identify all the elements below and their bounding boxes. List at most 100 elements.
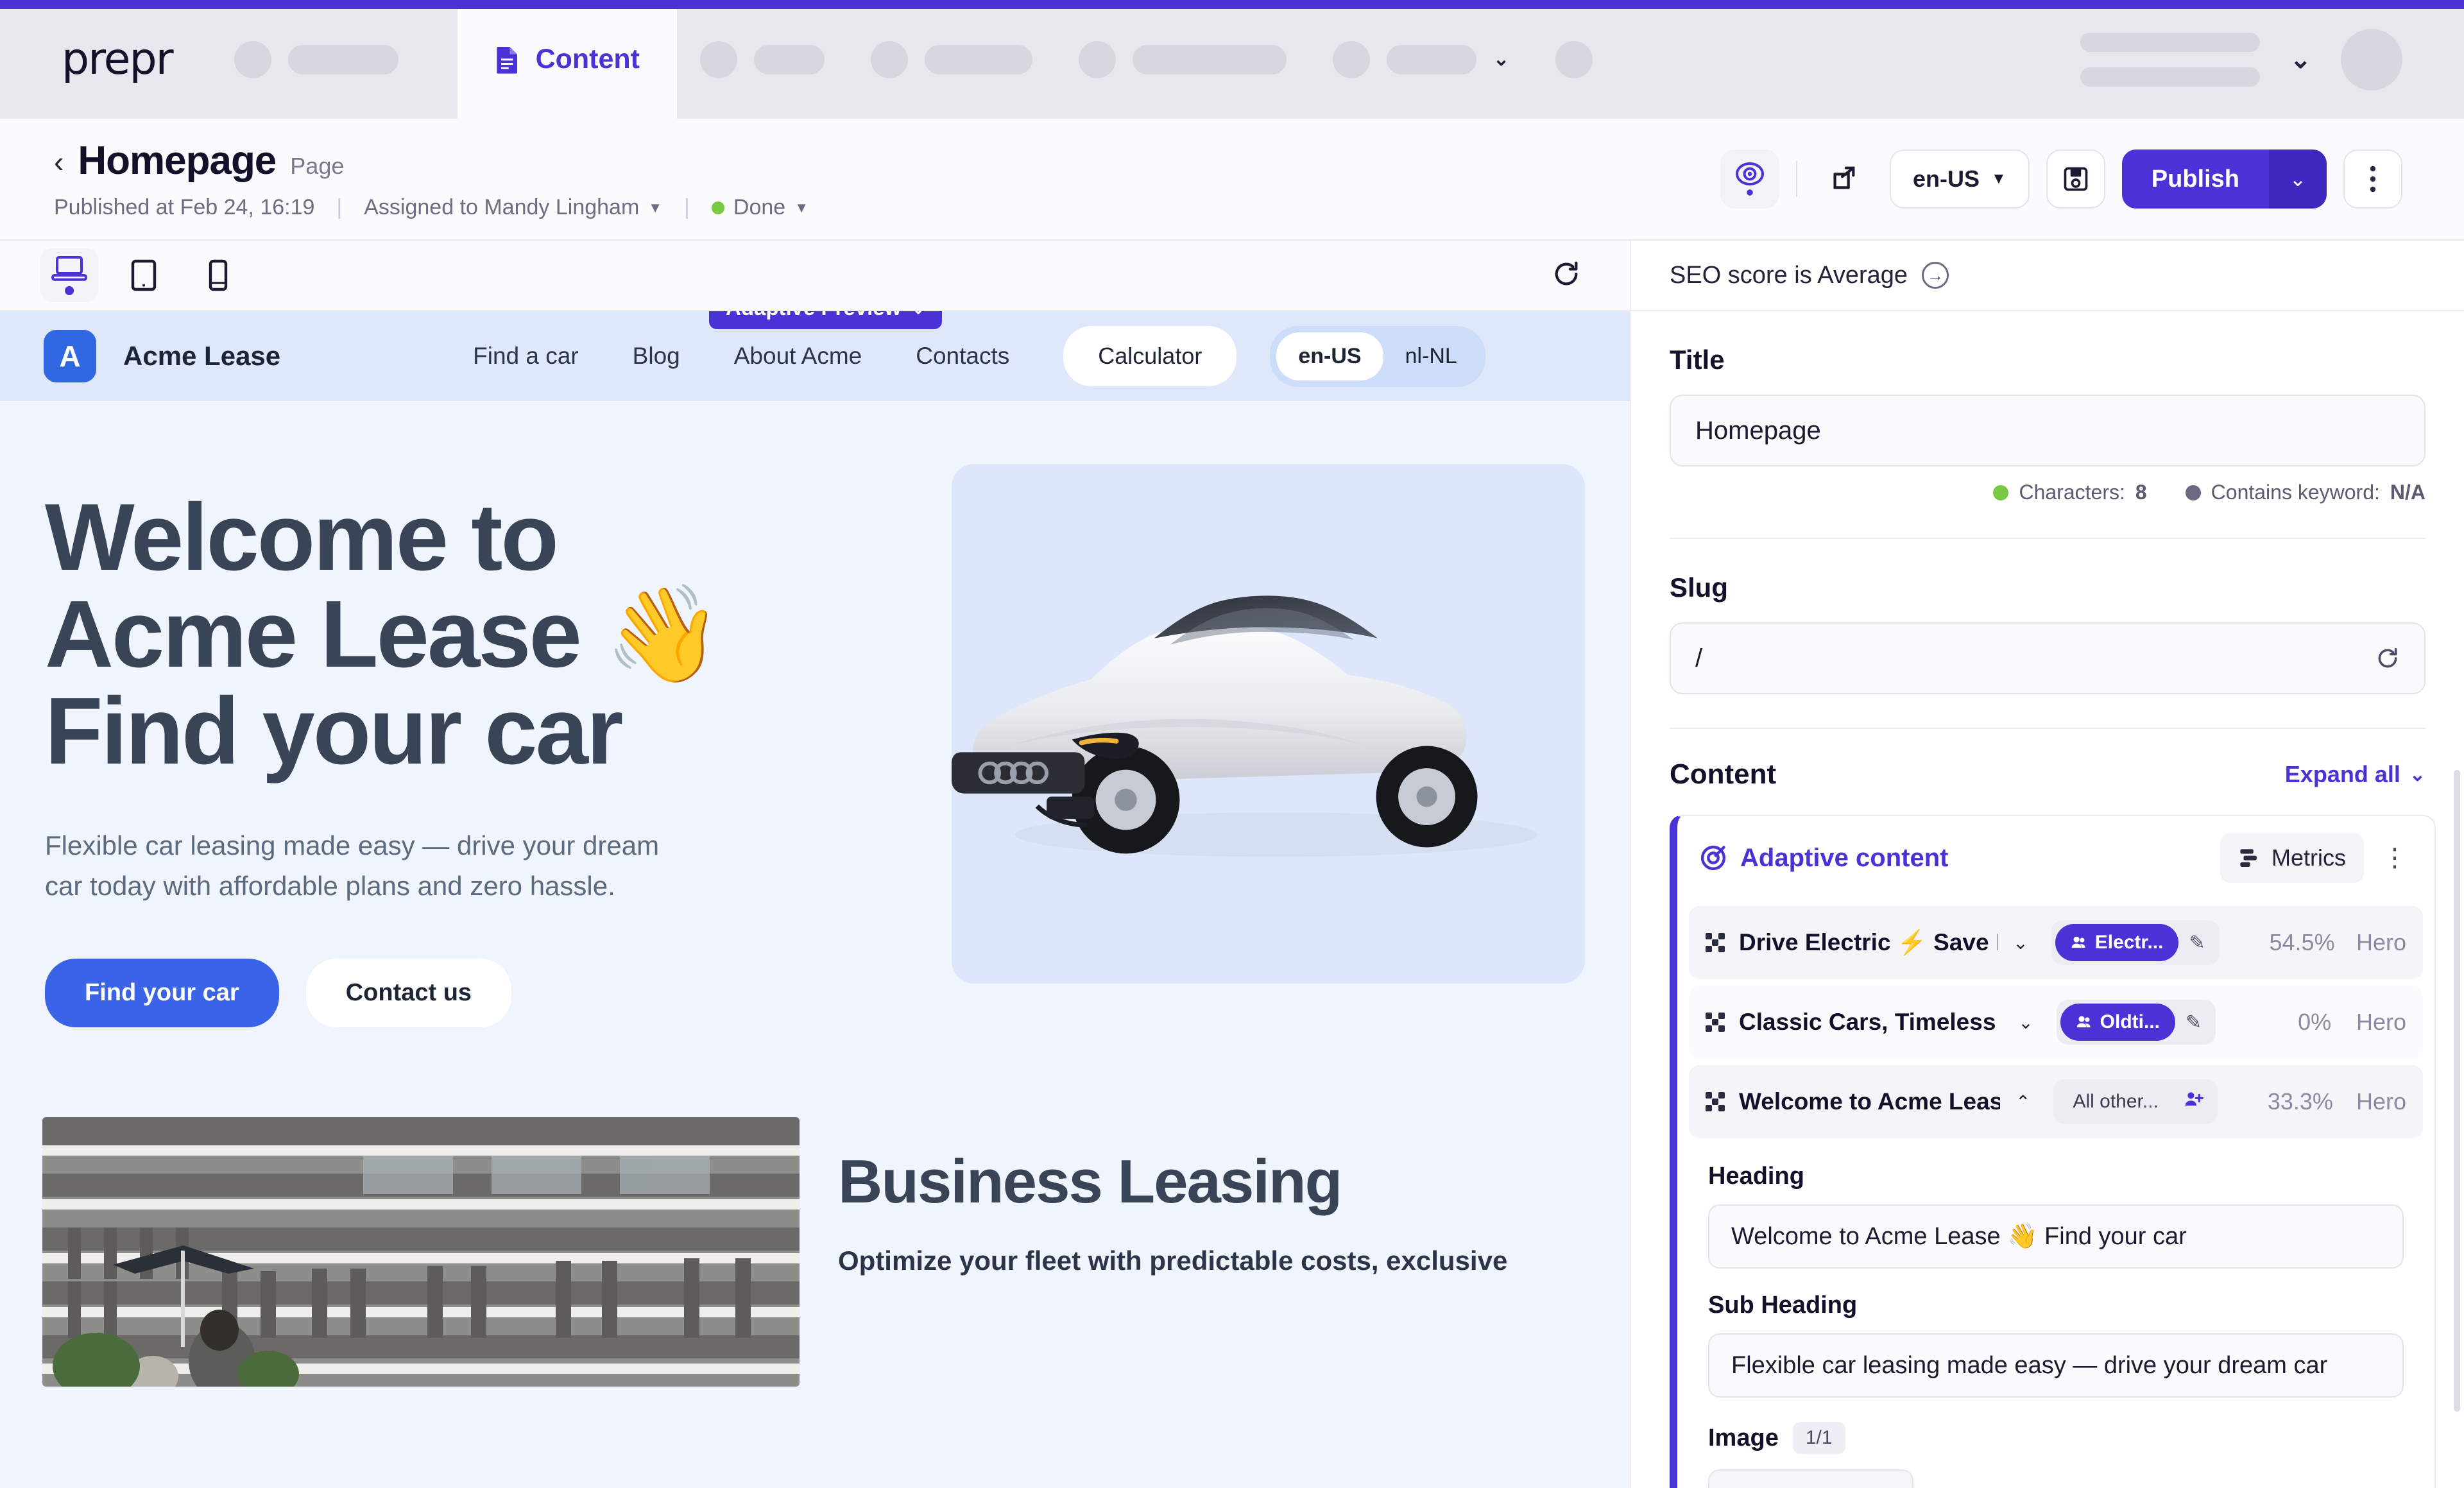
sidebar-scroll-area[interactable]: Title Homepage Characters: 8 Contains ke… [1631, 311, 2464, 1488]
variant-percent: 33.3% [2267, 1088, 2333, 1115]
skeleton-tab-3[interactable] [1056, 40, 1310, 78]
calculator-button[interactable]: Calculator [1063, 326, 1237, 386]
image-thumbnail[interactable] [1708, 1469, 1913, 1488]
drag-handle-icon[interactable] [1704, 932, 1726, 954]
expand-all-button[interactable]: Expand all ⌄ [2285, 761, 2426, 788]
tab-content[interactable]: Content [457, 0, 677, 119]
assignee-label: Assigned to Mandy Lingham [364, 195, 640, 219]
tab-content-label: Content [535, 44, 640, 74]
drag-handle-icon[interactable] [1704, 1091, 1726, 1113]
device-mobile-button[interactable] [189, 248, 248, 302]
mobile-icon [209, 259, 228, 291]
slug-input-value: / [1695, 644, 1703, 672]
preview-toolbar [0, 241, 1630, 311]
car-photo [951, 595, 1537, 857]
nav-link-about-acme[interactable]: About Acme [734, 343, 862, 370]
chevron-down-icon[interactable]: ⌄ [1493, 49, 1509, 69]
prepr-logo[interactable]: prepr [62, 34, 174, 85]
skeleton-tab-2[interactable] [848, 40, 1056, 78]
arrow-right-circle-icon[interactable]: → [1922, 262, 1949, 289]
preview-refresh-button[interactable] [1552, 259, 1581, 292]
variant-name: Classic Cars, Timeless Style. [1739, 1009, 2003, 1035]
eye-icon [1735, 162, 1764, 196]
nav-link-contacts[interactable]: Contacts [916, 343, 1009, 370]
segment-tag-label: All other... [2073, 1091, 2159, 1112]
title-input[interactable]: Homepage [1670, 395, 2426, 466]
skeleton-tab-0[interactable] [211, 40, 422, 78]
chevron-down-icon[interactable]: ⌄ [2013, 932, 2028, 954]
building-photo [42, 1116, 800, 1387]
segment-tag[interactable]: Oldti... [2060, 1004, 2175, 1041]
refresh-icon[interactable] [2375, 646, 2400, 671]
hero-secondary-cta[interactable]: Contact us [305, 958, 512, 1027]
publish-options-button[interactable]: ⌄ [2269, 150, 2327, 209]
device-desktop-button[interactable] [40, 248, 99, 302]
sidebar-scrollbar[interactable] [2454, 770, 2460, 1412]
pencil-icon[interactable]: ✎ [2178, 925, 2215, 961]
adaptive-content-tools: Metrics ⋮ [2220, 833, 2420, 883]
skeleton-account-lines [2080, 32, 2261, 87]
metrics-label: Metrics [2272, 844, 2346, 871]
adaptive-content-more-button[interactable]: ⋮ [2369, 842, 2420, 873]
skeleton-tab-1[interactable] [677, 40, 848, 78]
user-avatar[interactable] [2341, 28, 2402, 90]
variant-row[interactable]: Classic Cars, Timeless Style. ⌄ Oldti... [1689, 986, 2423, 1059]
nav-link-find-a-car[interactable]: Find a car [473, 343, 579, 370]
hero-heading-line-2: Acme Lease 👋 [45, 581, 723, 687]
lang-option-nl-nl[interactable]: nl-NL [1383, 332, 1479, 381]
locale-selector[interactable]: en-US ▼ [1889, 150, 2030, 209]
hero-primary-cta[interactable]: Find your car [45, 958, 279, 1027]
page-header: ‹ Homepage Page Published at Feb 24, 16:… [0, 119, 2464, 241]
skeleton-tab-4[interactable]: ⌄ [1310, 40, 1532, 78]
topbar-account-zone[interactable]: ⌄ [2080, 28, 2464, 90]
segment-tag[interactable]: Electr... [2055, 924, 2179, 961]
brand-zone: prepr [0, 0, 458, 119]
brand-name-label: Acme Lease [123, 341, 281, 371]
characters-label: Characters: [2019, 481, 2125, 504]
chevron-double-down-icon: ⌄ [2409, 764, 2426, 785]
open-external-button[interactable] [1814, 150, 1873, 209]
site-nav-links: Find a car Blog About Acme Contacts [473, 343, 1009, 370]
subheading-input[interactable]: Flexible car leasing made easy — drive y… [1708, 1333, 2404, 1398]
chevron-down-icon[interactable]: ⌄ [2018, 1012, 2033, 1033]
preview-toggle-button[interactable] [1720, 150, 1779, 209]
publish-button[interactable]: Publish [2121, 150, 2269, 209]
save-button[interactable] [2046, 150, 2105, 209]
adaptive-preview-badge[interactable]: Adaptive Preview ⌄ [709, 311, 943, 329]
slug-input[interactable]: / [1670, 622, 2426, 694]
variant-row[interactable]: Welcome to Acme Lease 👋... ⌃ All other..… [1689, 1065, 2423, 1138]
pencil-icon[interactable]: ✎ [2175, 1005, 2212, 1040]
segment-tag[interactable]: All other... [2057, 1083, 2173, 1120]
chevron-down-icon[interactable]: ⌄ [2289, 47, 2311, 73]
heading-input[interactable]: Welcome to Acme Lease 👋 Find your car [1708, 1204, 2404, 1269]
bars-icon [2240, 849, 2257, 867]
lang-option-en-us[interactable]: en-US [1276, 332, 1383, 381]
variant-row[interactable]: Drive Electric ⚡ Save More.... ⌄ Electr.… [1689, 906, 2423, 979]
top-navigation-bar: prepr Content ⌄ ⌄ [0, 0, 2464, 119]
chevron-up-icon[interactable]: ⌃ [2015, 1091, 2030, 1113]
users-icon [2071, 936, 2085, 948]
skeleton-avatar [1079, 40, 1116, 78]
title-field-label: Title [1670, 345, 1725, 375]
variant-fields-panel: Heading Welcome to Acme Lease 👋 Find you… [1689, 1145, 2423, 1488]
slug-field-group: Slug / [1631, 539, 2464, 729]
drag-handle-icon[interactable] [1704, 1011, 1726, 1033]
device-selector [40, 248, 248, 302]
device-tablet-button[interactable] [114, 248, 173, 302]
variant-segment-group: Electr... ✎ [2051, 920, 2220, 965]
chevron-left-icon[interactable]: ‹ [54, 147, 64, 176]
skeleton-tab-5[interactable] [1532, 40, 1616, 78]
nav-link-blog[interactable]: Blog [633, 343, 680, 370]
site-brand[interactable]: A Acme Lease [44, 330, 280, 382]
variant-percent: 54.5% [2269, 929, 2335, 955]
content-sidebar: SEO score is Average → Title Homepage Ch… [1630, 241, 2464, 1488]
more-options-button[interactable] [2343, 150, 2402, 209]
skeleton-line-1 [2080, 32, 2261, 52]
preview-column: Adaptive Preview ⌄ A Acme Lease Find a c… [0, 241, 1630, 1488]
add-user-icon[interactable] [2174, 1083, 2214, 1120]
assignee-dropdown[interactable]: Assigned to Mandy Lingham ▼ [364, 195, 662, 220]
skeleton-avatar [700, 40, 737, 78]
status-dropdown[interactable]: Done ▼ [711, 195, 809, 220]
metrics-button[interactable]: Metrics [2220, 833, 2364, 883]
external-link-icon [1833, 166, 1855, 189]
